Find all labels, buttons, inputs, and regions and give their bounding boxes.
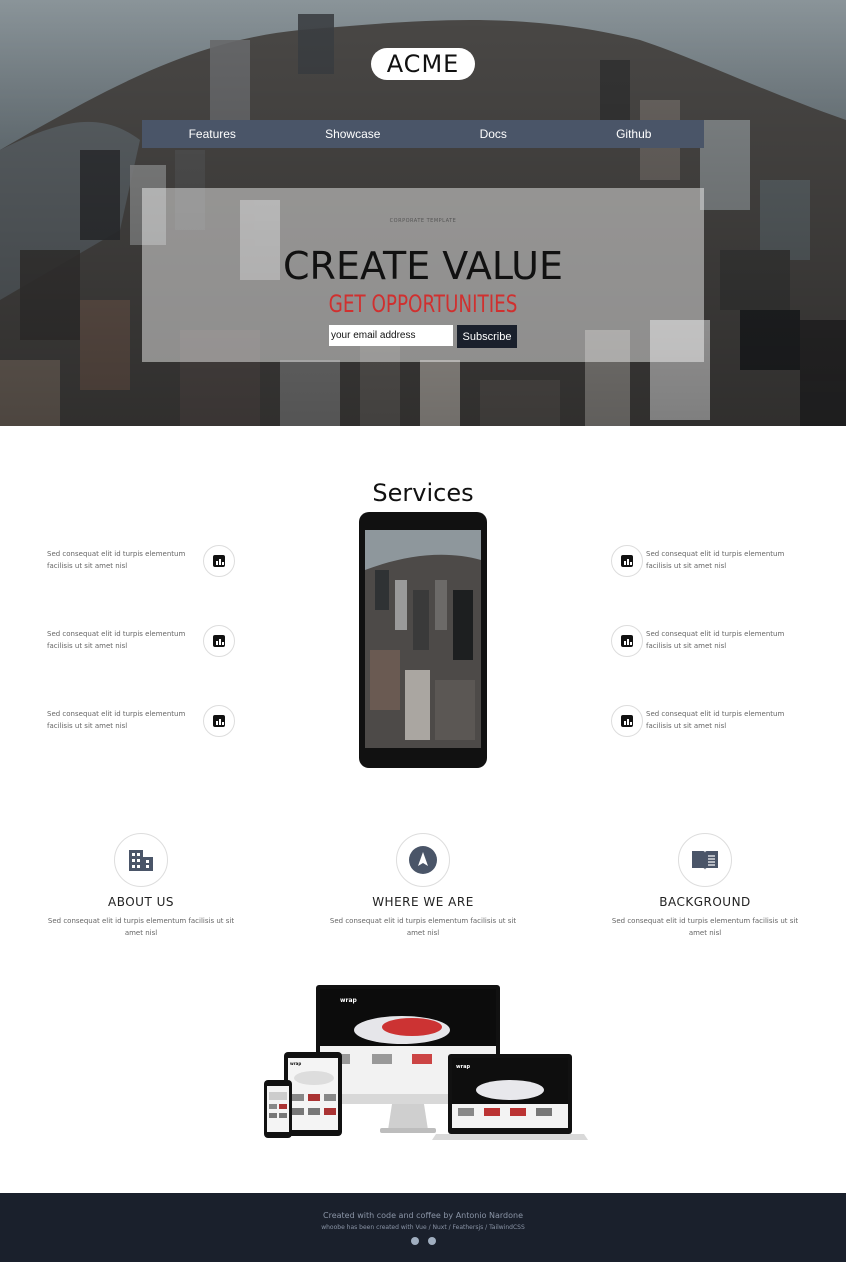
service-feature-text: Sed consequat elit id turpis elementum f… <box>646 550 785 570</box>
service-feature: Sed consequat elit id turpis elementum f… <box>611 545 811 577</box>
email-input[interactable] <box>329 325 453 346</box>
services-title: Services <box>372 479 474 507</box>
bar-chart-icon <box>203 705 235 737</box>
info-where-we-are: WHERE WE ARE Sed consequat elit id turpi… <box>323 833 523 939</box>
service-feature-text: Sed consequat elit id turpis elementum f… <box>47 550 186 570</box>
service-feature: Sed consequat elit id turpis elementum f… <box>47 545 247 577</box>
bar-chart-icon <box>611 705 643 737</box>
github-icon[interactable] <box>410 1237 419 1245</box>
subscribe-button[interactable]: Subscribe <box>457 325 517 348</box>
signup-form: Subscribe <box>329 325 517 348</box>
hero-section: ACME Features Showcase Docs Github CORPO… <box>0 0 846 426</box>
building-icon <box>114 833 168 887</box>
bar-chart-icon <box>203 545 235 577</box>
monitor-brand-text: wrap <box>340 997 358 1004</box>
info-text: Sed consequat elit id turpis elementum f… <box>329 917 517 937</box>
nav-item-github[interactable]: Github <box>564 120 705 148</box>
info-about-us: ABOUT US Sed consequat elit id turpis el… <box>41 833 241 939</box>
service-feature: Sed consequat elit id turpis elementum f… <box>611 625 811 657</box>
nav-item-showcase[interactable]: Showcase <box>283 120 424 148</box>
service-feature-text: Sed consequat elit id turpis elementum f… <box>646 710 785 730</box>
hero-kicker: CORPORATE TEMPLATE <box>389 218 457 224</box>
footer-tech-stack: whoobe has been created with Vue / Nuxt … <box>321 1224 525 1231</box>
info-title: WHERE WE ARE <box>372 895 474 909</box>
help-icon[interactable] <box>427 1237 436 1245</box>
acme-logo[interactable]: ACME <box>371 48 475 80</box>
book-icon <box>678 833 732 887</box>
phone-screen-image <box>365 530 481 748</box>
hero-headline: CREATE VALUE <box>283 244 563 288</box>
nav-item-docs[interactable]: Docs <box>423 120 564 148</box>
info-title: ABOUT US <box>107 895 174 909</box>
info-background: BACKGROUND Sed consequat elit id turpis … <box>605 833 805 939</box>
footer-credit: Created with code and coffee by Antonio … <box>323 1211 523 1220</box>
navigation-icon <box>396 833 450 887</box>
service-feature: Sed consequat elit id turpis elementum f… <box>47 705 247 737</box>
info-text: Sed consequat elit id turpis elementum f… <box>47 917 235 937</box>
service-feature: Sed consequat elit id turpis elementum f… <box>611 705 811 737</box>
footer: Created with code and coffee by Antonio … <box>0 1193 846 1262</box>
hero-panel: CORPORATE TEMPLATE CREATE VALUE GET OPPO… <box>142 188 704 362</box>
phone-mockup <box>359 512 487 768</box>
bar-chart-icon <box>611 625 643 657</box>
nav-item-features[interactable]: Features <box>142 120 283 148</box>
tablet-brand-text: wrap <box>290 1061 301 1066</box>
service-feature-text: Sed consequat elit id turpis elementum f… <box>47 710 186 730</box>
footer-icons <box>0 1237 846 1245</box>
hero-subheadline: GET OPPORTUNITIES <box>328 290 518 318</box>
responsive-devices-image: wrap wrap wrap <box>262 982 592 1147</box>
service-feature-text: Sed consequat elit id turpis elementum f… <box>646 630 785 650</box>
bar-chart-icon <box>203 625 235 657</box>
service-feature-text: Sed consequat elit id turpis elementum f… <box>47 630 186 650</box>
bar-chart-icon <box>611 545 643 577</box>
laptop-brand-text: wrap <box>456 1064 470 1070</box>
main-nav: Features Showcase Docs Github <box>142 120 704 148</box>
info-text: Sed consequat elit id turpis elementum f… <box>611 917 799 937</box>
service-feature: Sed consequat elit id turpis elementum f… <box>47 625 247 657</box>
info-title: BACKGROUND <box>659 895 751 909</box>
